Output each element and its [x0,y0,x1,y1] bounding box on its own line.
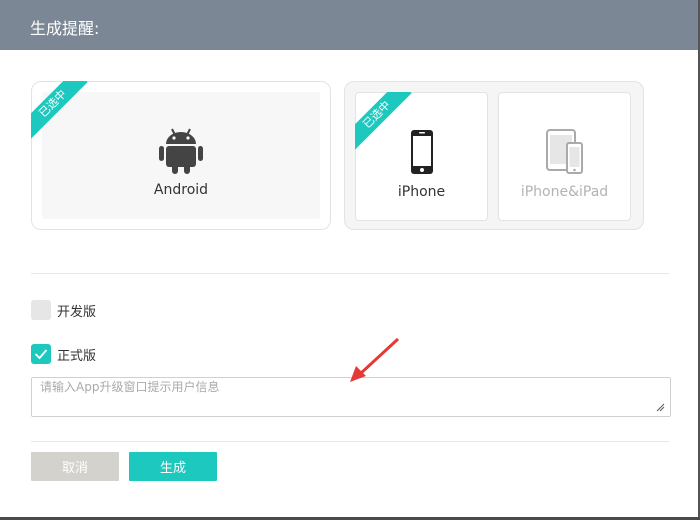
dev-version-checkbox[interactable] [31,300,51,320]
selected-badge-text: 已选中 [355,92,412,150]
dev-version-option[interactable]: 开发版 [31,299,96,321]
checkmark-icon [34,349,48,360]
iphone-label: iPhone [397,184,446,200]
generate-dialog: 生成提醒: Android 已选中 iPhone 已选中 iPhone&iPad… [0,0,700,517]
dialog-title: 生成提醒: [30,19,100,38]
annotation-arrow-icon [350,337,400,382]
platform-card-ios: iPhone 已选中 iPhone&iPad [344,81,644,230]
android-icon [159,128,203,174]
platform-card-android[interactable]: Android 已选中 [31,81,331,230]
iphone-option[interactable]: iPhone 已选中 [355,92,488,221]
iphone-ipad-option[interactable]: iPhone&iPad [498,92,631,221]
android-label: Android [153,182,209,198]
dev-version-label: 开发版 [57,304,97,320]
divider-top [31,273,669,274]
release-version-checkbox[interactable] [31,344,51,364]
iphone-ipad-label: iPhone&iPad [520,184,609,200]
resize-grip-icon[interactable] [655,402,665,412]
generate-button[interactable]: 生成 [129,452,217,481]
dialog-header: 生成提醒: [0,0,698,50]
selected-badge-iphone: 已选中 [355,92,425,162]
release-version-label: 正式版 [57,348,97,364]
selected-badge-text: 已选中 [31,81,88,139]
iphone-ipad-icon [545,129,583,174]
release-version-option[interactable]: 正式版 [31,343,96,365]
selected-badge-android: 已选中 [31,81,101,151]
cancel-button[interactable]: 取消 [31,452,119,481]
divider-bottom [31,441,669,442]
